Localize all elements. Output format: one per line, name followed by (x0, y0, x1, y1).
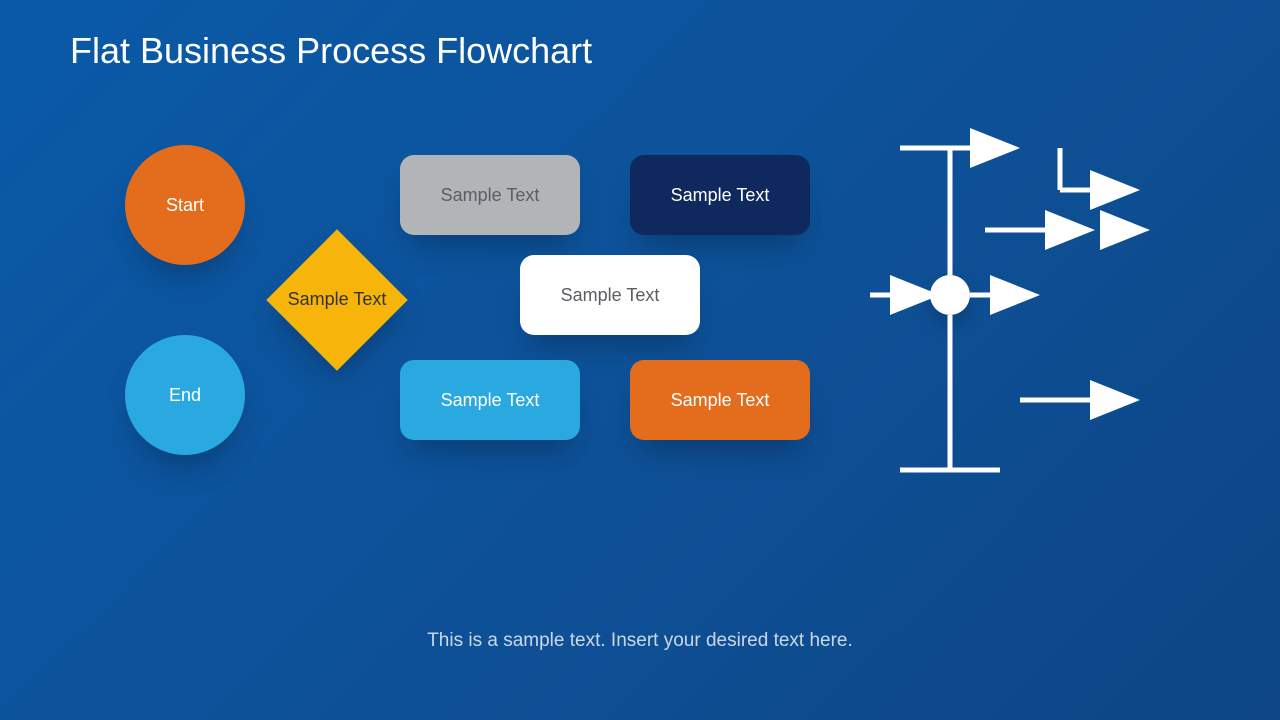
process-box-lightblue: Sample Text (400, 360, 580, 440)
end-node: End (125, 335, 245, 455)
process-orange-label: Sample Text (671, 390, 770, 411)
process-gray-label: Sample Text (441, 185, 540, 206)
connector-node (930, 275, 970, 315)
start-label: Start (166, 195, 204, 216)
process-box-orange: Sample Text (630, 360, 810, 440)
process-navy-label: Sample Text (671, 185, 770, 206)
process-box-navy: Sample Text (630, 155, 810, 235)
process-lightblue-label: Sample Text (441, 390, 540, 411)
end-label: End (169, 385, 201, 406)
decision-node: Sample Text (267, 230, 407, 370)
footer-caption: This is a sample text. Insert your desir… (0, 628, 1280, 655)
decision-label: Sample Text (288, 289, 387, 311)
process-white-label: Sample Text (561, 285, 660, 306)
process-box-white: Sample Text (520, 255, 700, 335)
slide-title: Flat Business Process Flowchart (70, 30, 592, 72)
start-node: Start (125, 145, 245, 265)
process-box-gray: Sample Text (400, 155, 580, 235)
